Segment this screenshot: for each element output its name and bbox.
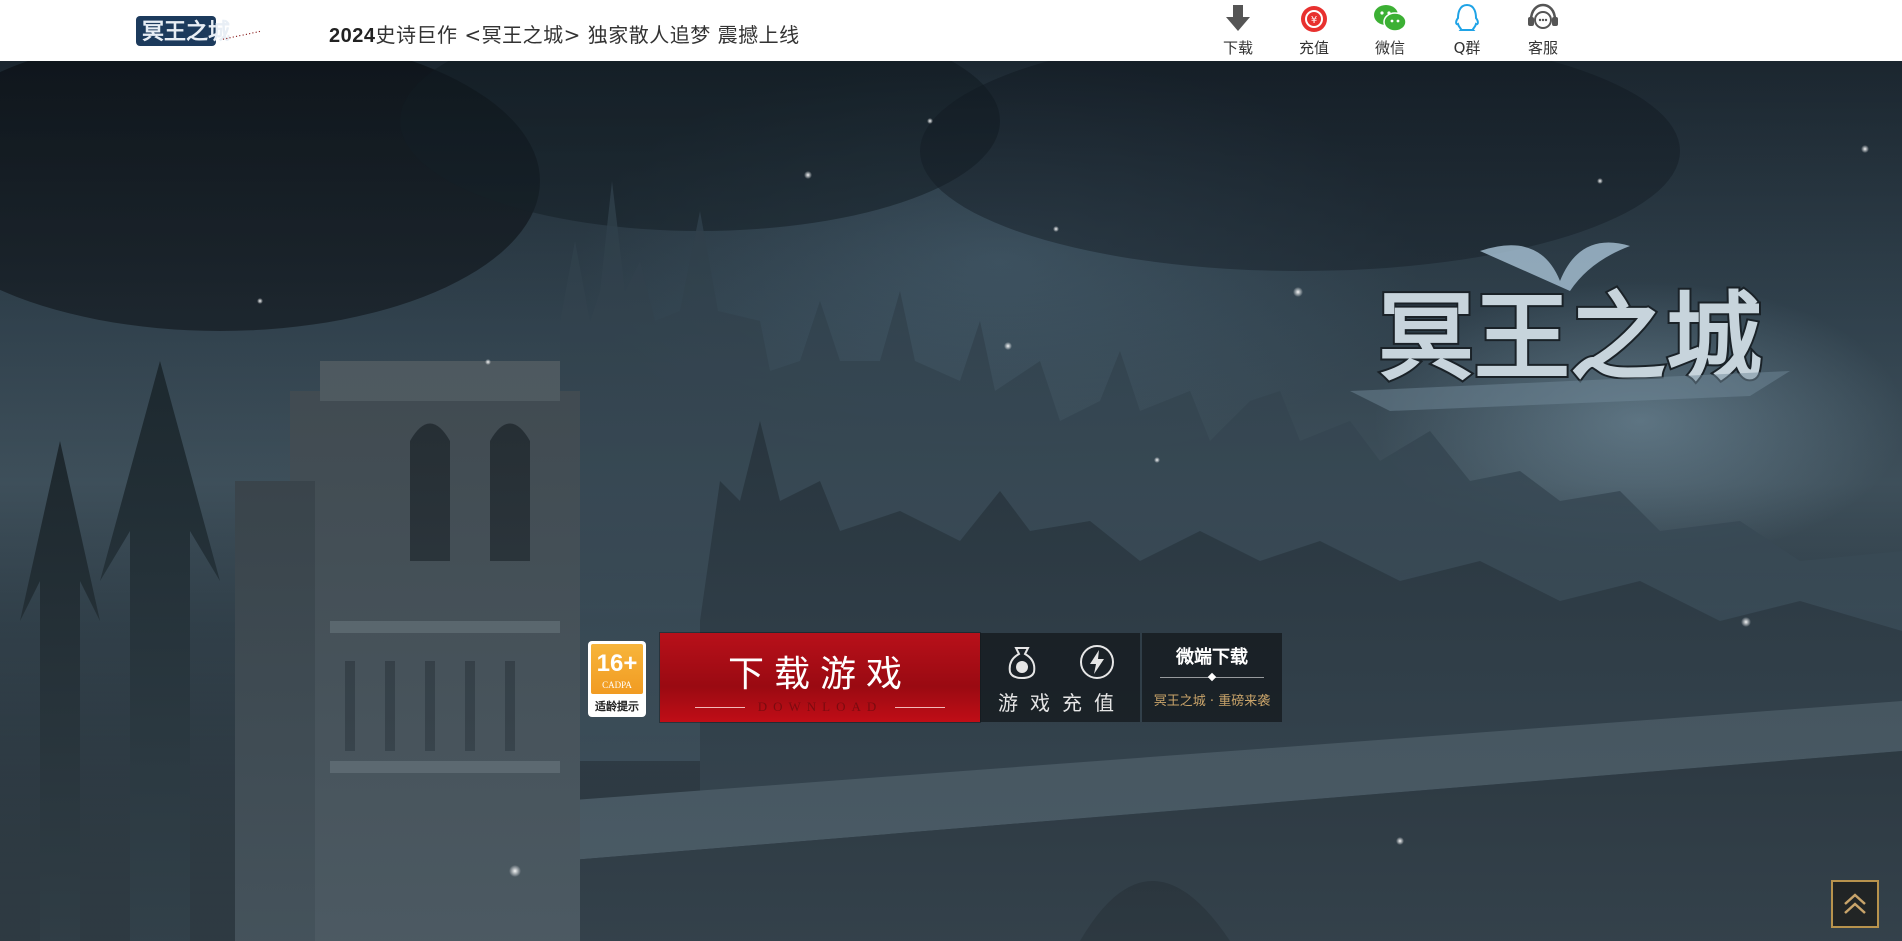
chevron-up-icon [1844, 893, 1866, 914]
recharge-icon: ¥ [1301, 6, 1327, 32]
divider [1160, 672, 1264, 682]
brand-logo[interactable]: 冥王之城 ………… [134, 6, 310, 52]
micro-client-download-title: 微端下载 [1176, 647, 1248, 668]
money-bag-icon [1008, 647, 1036, 680]
nav-wechat-label: 微信 [1374, 39, 1405, 57]
top-bar: 冥王之城 ………… 2024史诗巨作 <冥王之城> 独家散人追梦 震撼上线 下载… [0, 0, 1902, 61]
download-icon [1226, 5, 1250, 31]
download-game-title: 下载游戏 [727, 654, 912, 695]
download-game-button[interactable]: 下载游戏 DOWNLOAD [660, 633, 980, 722]
age-rating-top: 16+ CADPA [591, 644, 643, 694]
slogan-text: 史诗巨作 <冥王之城> 独家散人追梦 震撼上线 [375, 23, 800, 47]
lightning-icon [1080, 645, 1114, 679]
nav-download[interactable]: 下载 [1205, 0, 1271, 61]
hero-banner: 冥王之城 [0, 61, 1902, 941]
download-game-subtitle: DOWNLOAD [695, 699, 945, 715]
svg-text:冥王之城: 冥王之城 [142, 19, 230, 45]
qq-icon [1455, 3, 1479, 31]
nav-qq-label: Q群 [1453, 39, 1481, 57]
nav-customer-service[interactable]: 客服 [1510, 0, 1576, 61]
svg-text:¥: ¥ [1311, 15, 1317, 26]
game-recharge-label: 游戏充值 [998, 691, 1126, 715]
game-recharge-button[interactable]: 游戏充值 [980, 633, 1140, 722]
age-rating-number: 16+ [596, 650, 638, 677]
wechat-icon [1374, 5, 1407, 32]
nav-recharge-label: 充值 [1298, 39, 1329, 57]
slogan: 2024史诗巨作 <冥王之城> 独家散人追梦 震撼上线 [329, 19, 800, 48]
micro-client-download-button[interactable]: 微端下载 冥王之城 · 重磅来袭 [1142, 633, 1282, 722]
nav-recharge[interactable]: ¥ 充值 [1281, 0, 1347, 61]
nav-customer-service-label: 客服 [1527, 39, 1558, 57]
slogan-year: 2024 [329, 25, 376, 47]
age-rating-badge: 16+ CADPA 适龄提示 [588, 641, 646, 717]
nav-download-label: 下载 [1222, 39, 1253, 57]
back-to-top-button[interactable] [1831, 880, 1879, 928]
gothic-city-background [0, 61, 1902, 941]
nav-qq-group[interactable]: Q群 [1434, 0, 1500, 61]
game-logo: 冥王之城 [1350, 242, 1790, 411]
nav-wechat[interactable]: 微信 [1357, 0, 1423, 61]
age-rating-tip: 适龄提示 [595, 700, 639, 713]
age-rating-org: CADPA [602, 680, 632, 690]
micro-client-download-subtitle: 冥王之城 · 重磅来袭 [1153, 694, 1271, 709]
customer-service-icon [1528, 3, 1558, 29]
